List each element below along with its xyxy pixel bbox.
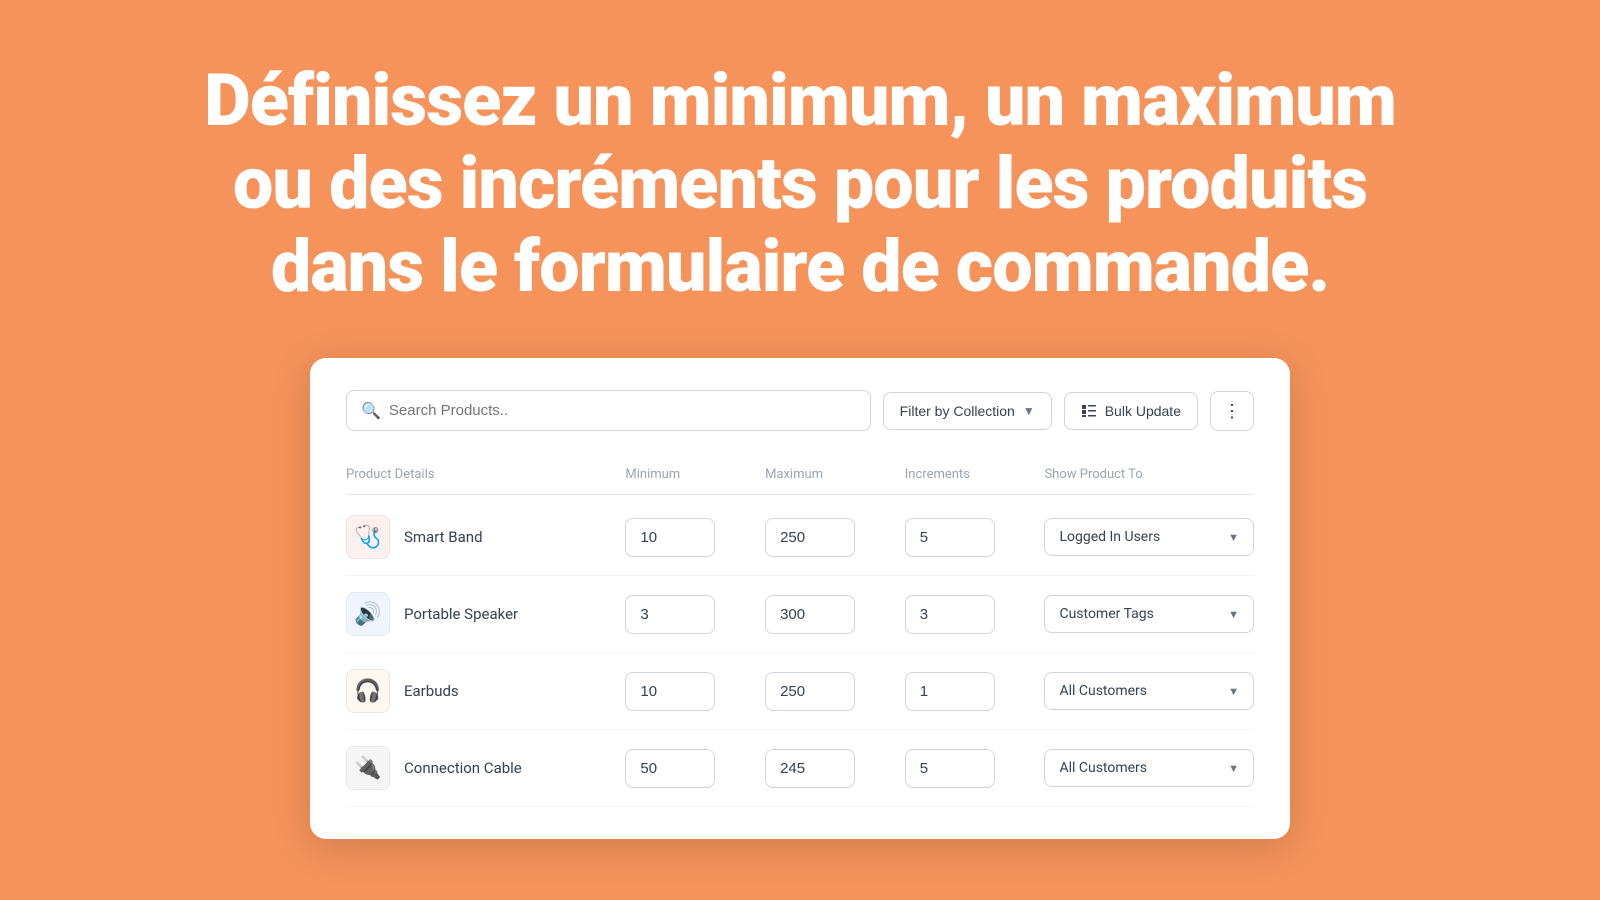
minimum-input-connection-cable[interactable] bbox=[625, 749, 715, 788]
show-to-select-portable-speaker[interactable]: Customer Tags ▼ bbox=[1044, 595, 1254, 633]
show-to-value-earbuds: All Customers bbox=[1059, 683, 1147, 699]
header-maximum: Maximum bbox=[765, 467, 905, 482]
maximum-cell-portable-speaker bbox=[765, 595, 905, 634]
chevron-down-icon: ▼ bbox=[1228, 608, 1239, 621]
header-increments: Increments bbox=[905, 467, 1045, 482]
header-minimum: Minimum bbox=[625, 467, 765, 482]
minimum-cell-earbuds bbox=[625, 672, 765, 711]
minimum-cell-connection-cable bbox=[625, 749, 765, 788]
minimum-cell-smart-band bbox=[625, 518, 765, 557]
chevron-down-icon: ▼ bbox=[1228, 762, 1239, 775]
minimum-input-smart-band[interactable] bbox=[625, 518, 715, 557]
toolbar: 🔍 Filter by Collection ▼ Bulk Update ⋮ bbox=[346, 390, 1254, 431]
product-cell-earbuds: 🎧 Earbuds bbox=[346, 669, 625, 713]
show-to-select-earbuds[interactable]: All Customers ▼ bbox=[1044, 672, 1254, 710]
product-image-earbuds: 🎧 bbox=[346, 669, 390, 713]
increments-cell-connection-cable bbox=[905, 749, 1045, 788]
table-header: Product Details Minimum Maximum Incremen… bbox=[346, 459, 1254, 495]
table-rows: 🩺 Smart Band Logged In Users ▼ bbox=[346, 499, 1254, 807]
maximum-cell-smart-band bbox=[765, 518, 905, 557]
show-to-select-connection-cable[interactable]: All Customers ▼ bbox=[1044, 749, 1254, 787]
show-to-cell-smart-band: Logged In Users ▼ bbox=[1044, 518, 1254, 556]
increments-cell-portable-speaker bbox=[905, 595, 1045, 634]
maximum-input-connection-cable[interactable] bbox=[765, 749, 855, 788]
show-to-value-portable-speaker: Customer Tags bbox=[1059, 606, 1153, 622]
increments-cell-smart-band bbox=[905, 518, 1045, 557]
minimum-input-earbuds[interactable] bbox=[625, 672, 715, 711]
product-image-connection-cable: 🔌 bbox=[346, 746, 390, 790]
product-name-portable-speaker: Portable Speaker bbox=[404, 605, 518, 623]
increments-input-smart-band[interactable] bbox=[905, 518, 995, 557]
chevron-down-icon: ▼ bbox=[1023, 404, 1035, 418]
maximum-input-earbuds[interactable] bbox=[765, 672, 855, 711]
hero-title: Définissez un minimum, un maximum ou des… bbox=[0, 0, 1600, 358]
show-to-value-smart-band: Logged In Users bbox=[1059, 529, 1160, 545]
minimum-input-portable-speaker[interactable] bbox=[625, 595, 715, 634]
chevron-down-icon: ▼ bbox=[1228, 685, 1239, 698]
header-product-details: Product Details bbox=[346, 467, 625, 482]
increments-cell-earbuds bbox=[905, 672, 1045, 711]
show-to-cell-connection-cable: All Customers ▼ bbox=[1044, 749, 1254, 787]
increments-input-earbuds[interactable] bbox=[905, 672, 995, 711]
show-to-cell-portable-speaker: Customer Tags ▼ bbox=[1044, 595, 1254, 633]
product-image-portable-speaker: 🔊 bbox=[346, 592, 390, 636]
maximum-input-smart-band[interactable] bbox=[765, 518, 855, 557]
show-to-select-smart-band[interactable]: Logged In Users ▼ bbox=[1044, 518, 1254, 556]
table-row: 🎧 Earbuds All Customers ▼ bbox=[346, 653, 1254, 730]
filter-by-collection-button[interactable]: Filter by Collection ▼ bbox=[883, 392, 1052, 430]
product-name-connection-cable: Connection Cable bbox=[404, 759, 522, 777]
table-row: 🔌 Connection Cable All Customers ▼ bbox=[346, 730, 1254, 807]
increments-input-connection-cable[interactable] bbox=[905, 749, 995, 788]
product-name-earbuds: Earbuds bbox=[404, 682, 459, 700]
more-vertical-icon: ⋮ bbox=[1223, 402, 1241, 420]
product-cell-connection-cable: 🔌 Connection Cable bbox=[346, 746, 625, 790]
minimum-cell-portable-speaker bbox=[625, 595, 765, 634]
maximum-cell-connection-cable bbox=[765, 749, 905, 788]
bulk-update-icon bbox=[1081, 403, 1097, 419]
filter-label: Filter by Collection bbox=[900, 403, 1015, 419]
maximum-input-portable-speaker[interactable] bbox=[765, 595, 855, 634]
product-cell-smart-band: 🩺 Smart Band bbox=[346, 515, 625, 559]
main-card: 🔍 Filter by Collection ▼ Bulk Update ⋮ bbox=[310, 358, 1290, 839]
chevron-down-icon: ▼ bbox=[1228, 531, 1239, 544]
search-wrapper: 🔍 bbox=[346, 390, 871, 431]
product-cell-portable-speaker: 🔊 Portable Speaker bbox=[346, 592, 625, 636]
bulk-update-label: Bulk Update bbox=[1105, 403, 1181, 419]
show-to-cell-earbuds: All Customers ▼ bbox=[1044, 672, 1254, 710]
header-show-product-to: Show Product To bbox=[1044, 467, 1254, 482]
maximum-cell-earbuds bbox=[765, 672, 905, 711]
increments-input-portable-speaker[interactable] bbox=[905, 595, 995, 634]
more-options-button[interactable]: ⋮ bbox=[1210, 391, 1254, 431]
search-input[interactable] bbox=[389, 402, 856, 419]
table-row: 🩺 Smart Band Logged In Users ▼ bbox=[346, 499, 1254, 576]
search-icon: 🔍 bbox=[361, 401, 381, 420]
bulk-update-button[interactable]: Bulk Update bbox=[1064, 392, 1198, 430]
table-row: 🔊 Portable Speaker Customer Tags ▼ bbox=[346, 576, 1254, 653]
product-image-smart-band: 🩺 bbox=[346, 515, 390, 559]
products-table: Product Details Minimum Maximum Incremen… bbox=[346, 459, 1254, 807]
product-name-smart-band: Smart Band bbox=[404, 528, 483, 546]
show-to-value-connection-cable: All Customers bbox=[1059, 760, 1147, 776]
